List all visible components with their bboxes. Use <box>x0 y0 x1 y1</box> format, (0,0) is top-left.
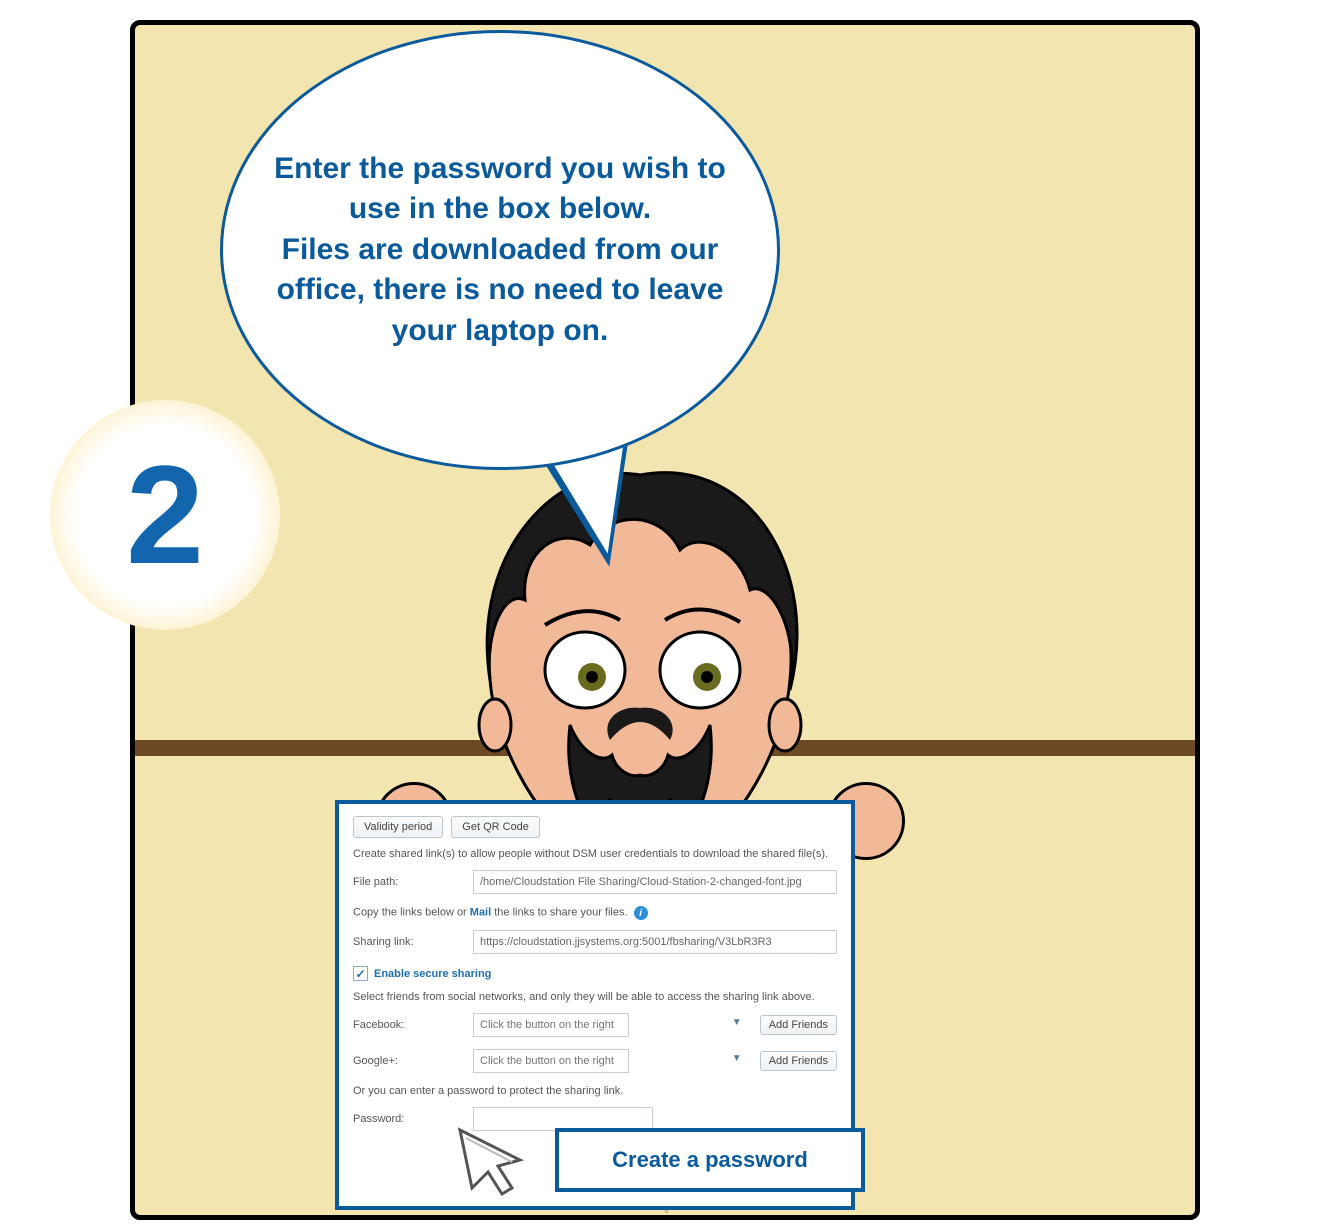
password-intro: Or you can enter a password to protect t… <box>353 1085 837 1097</box>
panel-description: Create shared link(s) to allow people wi… <box>353 848 837 860</box>
password-label: Password: <box>353 1113 463 1125</box>
mail-link[interactable]: Mail <box>470 907 491 919</box>
friends-description: Select friends from social networks, and… <box>353 991 837 1003</box>
googleplus-label: Google+: <box>353 1055 463 1067</box>
enable-secure-sharing-label: Enable secure sharing <box>374 968 491 980</box>
validity-period-button[interactable]: Validity period <box>353 816 443 838</box>
facebook-label: Facebook: <box>353 1019 463 1031</box>
step-badge: 2 <box>50 400 280 630</box>
sharing-link-field[interactable] <box>473 930 837 954</box>
speech-bubble: Enter the password you wish to use in th… <box>220 30 780 470</box>
social-row-googleplus: Google+: ▼ Add Friends <box>353 1049 837 1073</box>
googleplus-add-friends-button[interactable]: Add Friends <box>760 1051 837 1071</box>
sharing-link-label: Sharing link: <box>353 936 463 948</box>
enable-secure-sharing-checkbox[interactable]: ✓ <box>353 966 368 981</box>
social-row-facebook: Facebook: ▼ Add Friends <box>353 1013 837 1037</box>
chevron-down-icon: ▼ <box>732 1053 742 1064</box>
step-number: 2 <box>126 434 204 596</box>
googleplus-select[interactable] <box>473 1049 629 1073</box>
file-path-field[interactable] <box>473 870 837 894</box>
info-icon[interactable]: i <box>634 906 648 920</box>
facebook-select[interactable] <box>473 1013 629 1037</box>
get-qr-code-button[interactable]: Get QR Code <box>451 816 540 838</box>
copy-links-line: Copy the links below or Mail the links t… <box>353 906 837 920</box>
facebook-add-friends-button[interactable]: Add Friends <box>760 1015 837 1035</box>
cursor-arrow-icon <box>450 1120 540 1200</box>
file-path-label: File path: <box>353 876 463 888</box>
speech-text: Enter the password you wish to use in th… <box>273 149 727 352</box>
create-password-callout: Create a password <box>555 1128 865 1192</box>
callout-label: Create a password <box>612 1147 808 1173</box>
chevron-down-icon: ▼ <box>732 1017 742 1028</box>
